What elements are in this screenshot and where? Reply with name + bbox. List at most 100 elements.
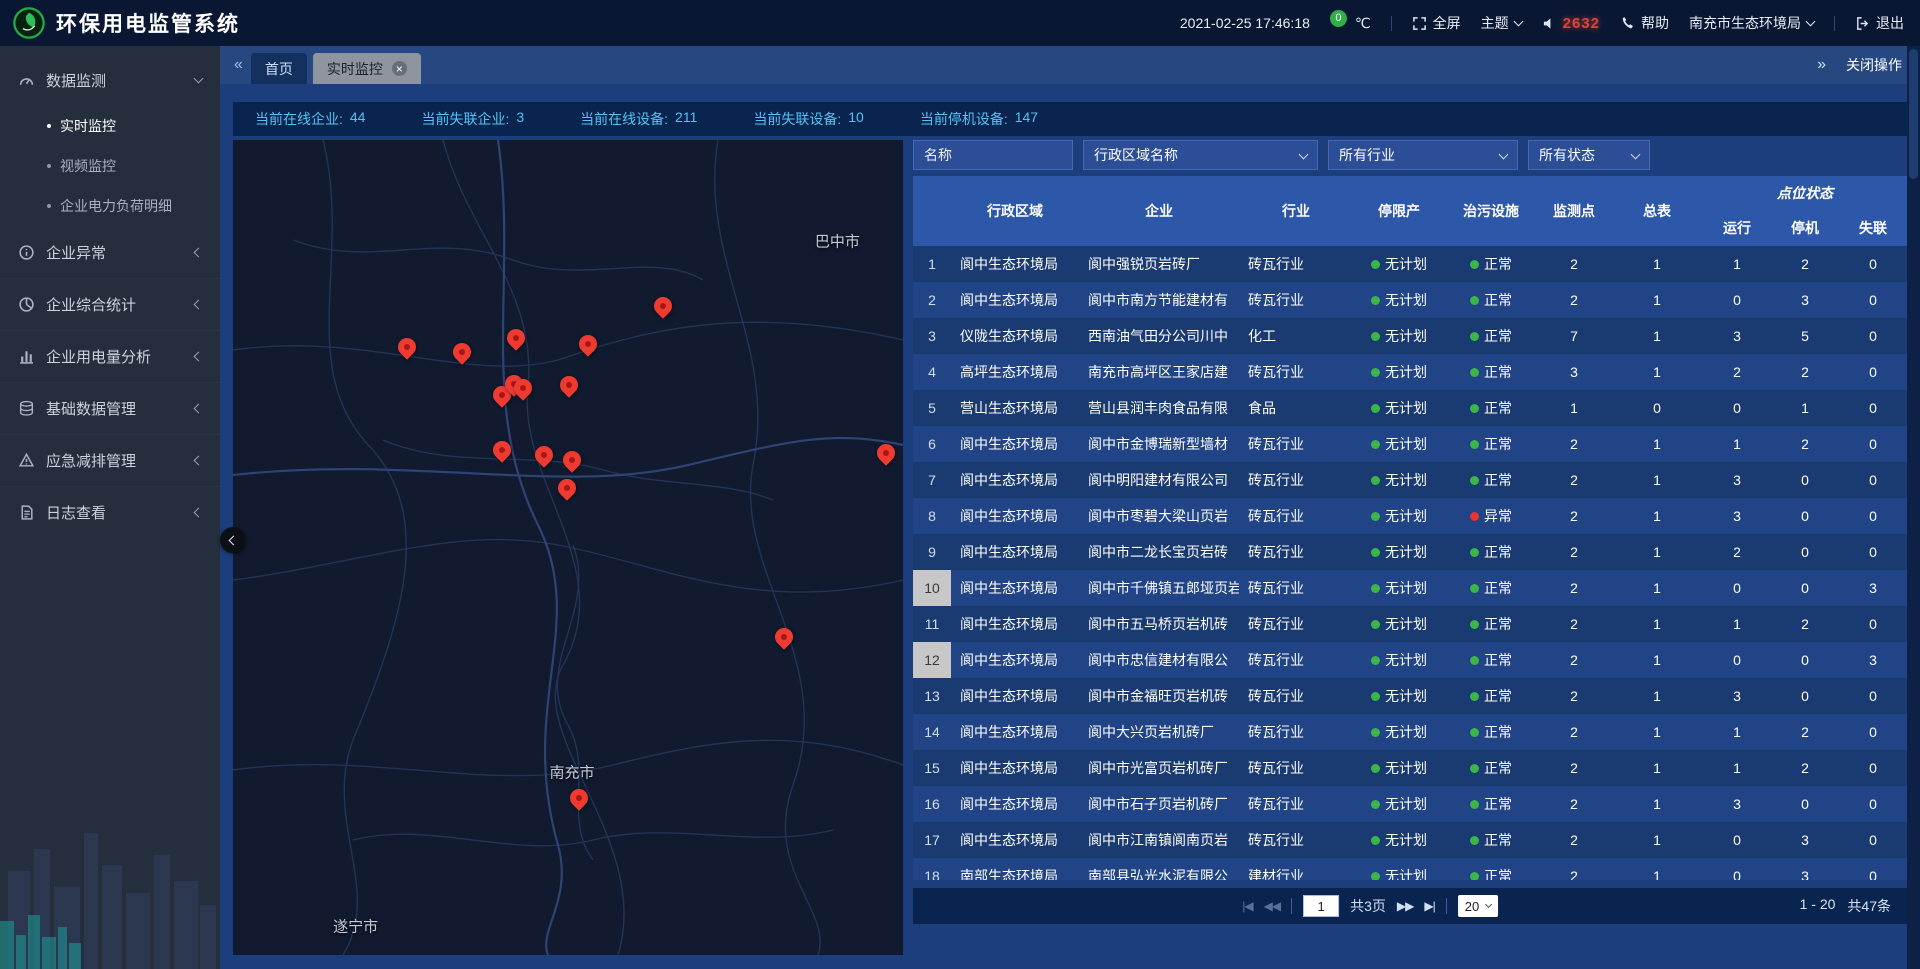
tab-scroll-right-icon[interactable]: » (1811, 56, 1832, 74)
cell-industry: 砖瓦行业 (1239, 354, 1353, 390)
table-row[interactable]: 16阆中生态环境局阆中市石子页岩机砖厂砖瓦行业无计划正常21300 (913, 786, 1907, 822)
map-collapse-button[interactable] (220, 527, 246, 553)
map-marker-icon[interactable] (873, 440, 898, 465)
vertical-scrollbar[interactable] (1907, 46, 1920, 969)
table-row[interactable]: 1阆中生态环境局阆中强锐页岩砖厂砖瓦行业无计划正常21120 (913, 246, 1907, 282)
map-marker-icon[interactable] (556, 373, 581, 398)
map-marker-icon[interactable] (531, 442, 556, 467)
row-index: 7 (913, 462, 951, 498)
table-row[interactable]: 7阆中生态环境局阆中明阳建材有限公司砖瓦行业无计划正常21300 (913, 462, 1907, 498)
table-row[interactable]: 6阆中生态环境局阆中市金博瑞新型墙材砖瓦行业无计划正常21120 (913, 426, 1907, 462)
tab-scroll-left-icon[interactable]: « (228, 56, 249, 74)
map-marker-icon[interactable] (394, 334, 419, 359)
sidebar-section-data-monitoring[interactable]: 数据监测 (0, 54, 220, 106)
stat-item: 当前在线企业:44 (255, 109, 365, 129)
sidebar-section-enterprise-statistics[interactable]: 企业综合统计 (0, 278, 220, 330)
map-marker-icon[interactable] (650, 293, 675, 318)
last-page-button[interactable]: ▶| (1424, 899, 1434, 913)
tab[interactable]: 实时监控× (313, 53, 421, 84)
prev-page-button[interactable]: ◀◀ (1264, 899, 1280, 913)
help-button[interactable]: 帮助 (1620, 13, 1669, 33)
status-dot-green-icon (1470, 584, 1479, 593)
status-filter-select[interactable]: 所有状态 (1528, 140, 1650, 170)
table-row[interactable]: 12阆中生态环境局阆中市忠信建材有限公砖瓦行业无计划正常21003 (913, 642, 1907, 678)
sidebar-section-emergency-reduction[interactable]: 应急减排管理 (0, 434, 220, 486)
table-row[interactable]: 11阆中生态环境局阆中市五马桥页岩机砖砖瓦行业无计划正常21120 (913, 606, 1907, 642)
name-filter-input[interactable] (913, 140, 1073, 170)
status-dot-green-icon (1371, 260, 1380, 269)
table-row[interactable]: 17阆中生态环境局阆中市江南镇阆南页岩砖瓦行业无计划正常21030 (913, 822, 1907, 858)
table-row[interactable]: 14阆中生态环境局阆中大兴页岩机砖厂砖瓦行业无计划正常21120 (913, 714, 1907, 750)
cell-running-count: 0 (1703, 570, 1771, 606)
map-marker-icon[interactable] (490, 438, 515, 463)
map-marker-icon[interactable] (503, 325, 528, 350)
table-row[interactable]: 15阆中生态环境局阆中市光富页岩机砖厂砖瓦行业无计划正常21120 (913, 750, 1907, 786)
sidebar-section-log-view[interactable]: 日志查看 (0, 486, 220, 538)
sidebar-item[interactable]: 实时监控 (0, 106, 220, 146)
cell-running-count: 3 (1703, 462, 1771, 498)
table-row[interactable]: 18南部生态环境局南部县弘光水泥有限公建材行业无计划正常21030 (913, 858, 1907, 880)
table-row[interactable]: 9阆中生态环境局阆中市二龙长宝页岩砖砖瓦行业无计划正常21200 (913, 534, 1907, 570)
close-operations-button[interactable]: 关闭操作 (1846, 55, 1902, 75)
table-row[interactable]: 10阆中生态环境局阆中市千佛镇五郎垭页岩砖瓦行业无计划正常21003 (913, 570, 1907, 606)
pager-divider (1291, 898, 1292, 914)
cell-company: 阆中市南方节能建材有 (1079, 282, 1239, 318)
sidebar-item[interactable]: 视频监控 (0, 146, 220, 186)
table-row[interactable]: 13阆中生态环境局阆中市金福旺页岩机砖砖瓦行业无计划正常21300 (913, 678, 1907, 714)
cell-company: 阆中大兴页岩机砖厂 (1079, 714, 1239, 750)
table-row[interactable]: 3仪陇生态环境局西南油气田分公司川中化工无计划正常71350 (913, 318, 1907, 354)
map-marker-icon[interactable] (559, 448, 584, 473)
next-page-button[interactable]: ▶▶ (1397, 899, 1413, 913)
status-text: 无计划 (1385, 290, 1427, 310)
sidebar-section-power-usage-analysis[interactable]: 企业用电量分析 (0, 330, 220, 382)
app-header: 环保用电监管系统 2021-02-25 17:46:18 0 ℃ 全屏 主题 2… (0, 0, 1920, 46)
theme-dropdown[interactable]: 主题 (1481, 13, 1522, 33)
sidebar-section-base-data-management[interactable]: 基础数据管理 (0, 382, 220, 434)
tab[interactable]: 首页 (251, 53, 307, 84)
status-text: 无计划 (1385, 434, 1427, 454)
row-index: 11 (913, 606, 951, 642)
stat-value: 147 (1015, 109, 1038, 129)
cell-offline-count: 0 (1839, 858, 1907, 880)
cell-total-meters: 1 (1611, 426, 1703, 462)
sidebar-item-label: 企业电力负荷明细 (60, 196, 172, 216)
map-marker-icon[interactable] (567, 786, 592, 811)
map-marker-icon[interactable] (575, 331, 600, 356)
cell-total-meters: 1 (1611, 822, 1703, 858)
page-size-select[interactable]: 20 (1458, 895, 1498, 917)
page-number-input[interactable] (1303, 895, 1339, 917)
region-filter-select[interactable]: 行政区域名称 (1083, 140, 1318, 170)
alarm-indicator[interactable]: 2632 (1542, 15, 1600, 32)
cell-running-count: 3 (1703, 678, 1771, 714)
sidebar-item-label: 视频监控 (60, 156, 116, 176)
row-index: 6 (913, 426, 951, 462)
cell-company: 阆中市五马桥页岩机砖 (1079, 606, 1239, 642)
logout-button[interactable]: 退出 (1855, 13, 1904, 33)
tab-close-icon[interactable]: × (392, 61, 407, 76)
map-panel[interactable]: 巴中市南充市遂宁市 (233, 140, 903, 955)
cell-monitor-points: 2 (1537, 462, 1611, 498)
cell-region: 阆中生态环境局 (951, 714, 1079, 750)
cell-industry: 砖瓦行业 (1239, 498, 1353, 534)
map-marker-icon[interactable] (555, 475, 580, 500)
cell-region: 阆中生态环境局 (951, 786, 1079, 822)
vertical-scrollbar-thumb[interactable] (1909, 49, 1918, 179)
cell-region: 阆中生态环境局 (951, 678, 1079, 714)
table-row[interactable]: 5营山生态环境局营山县润丰肉食品有限食品无计划正常10010 (913, 390, 1907, 426)
cell-limit-status: 无计划 (1353, 390, 1445, 426)
status-dot-green-icon (1371, 368, 1380, 377)
first-page-button[interactable]: |◀ (1242, 899, 1252, 913)
map-marker-icon[interactable] (449, 339, 474, 364)
sidebar-section-enterprise-abnormal[interactable]: 企业异常 (0, 226, 220, 278)
table-row[interactable]: 4高坪生态环境局南充市高坪区王家店建砖瓦行业无计划正常31220 (913, 354, 1907, 390)
sidebar-item[interactable]: 企业电力负荷明细 (0, 186, 220, 226)
map-marker-icon[interactable] (772, 624, 797, 649)
industry-filter-select[interactable]: 所有行业 (1328, 140, 1518, 170)
cell-region: 阆中生态环境局 (951, 498, 1079, 534)
fullscreen-button[interactable]: 全屏 (1412, 13, 1461, 33)
table-row[interactable]: 8阆中生态环境局阆中市枣碧大梁山页岩砖瓦行业无计划异常21300 (913, 498, 1907, 534)
org-dropdown[interactable]: 南充市生态环境局 (1689, 13, 1814, 33)
status-dot-green-icon (1371, 296, 1380, 305)
status-dot-green-icon (1470, 476, 1479, 485)
table-row[interactable]: 2阆中生态环境局阆中市南方节能建材有砖瓦行业无计划正常21030 (913, 282, 1907, 318)
